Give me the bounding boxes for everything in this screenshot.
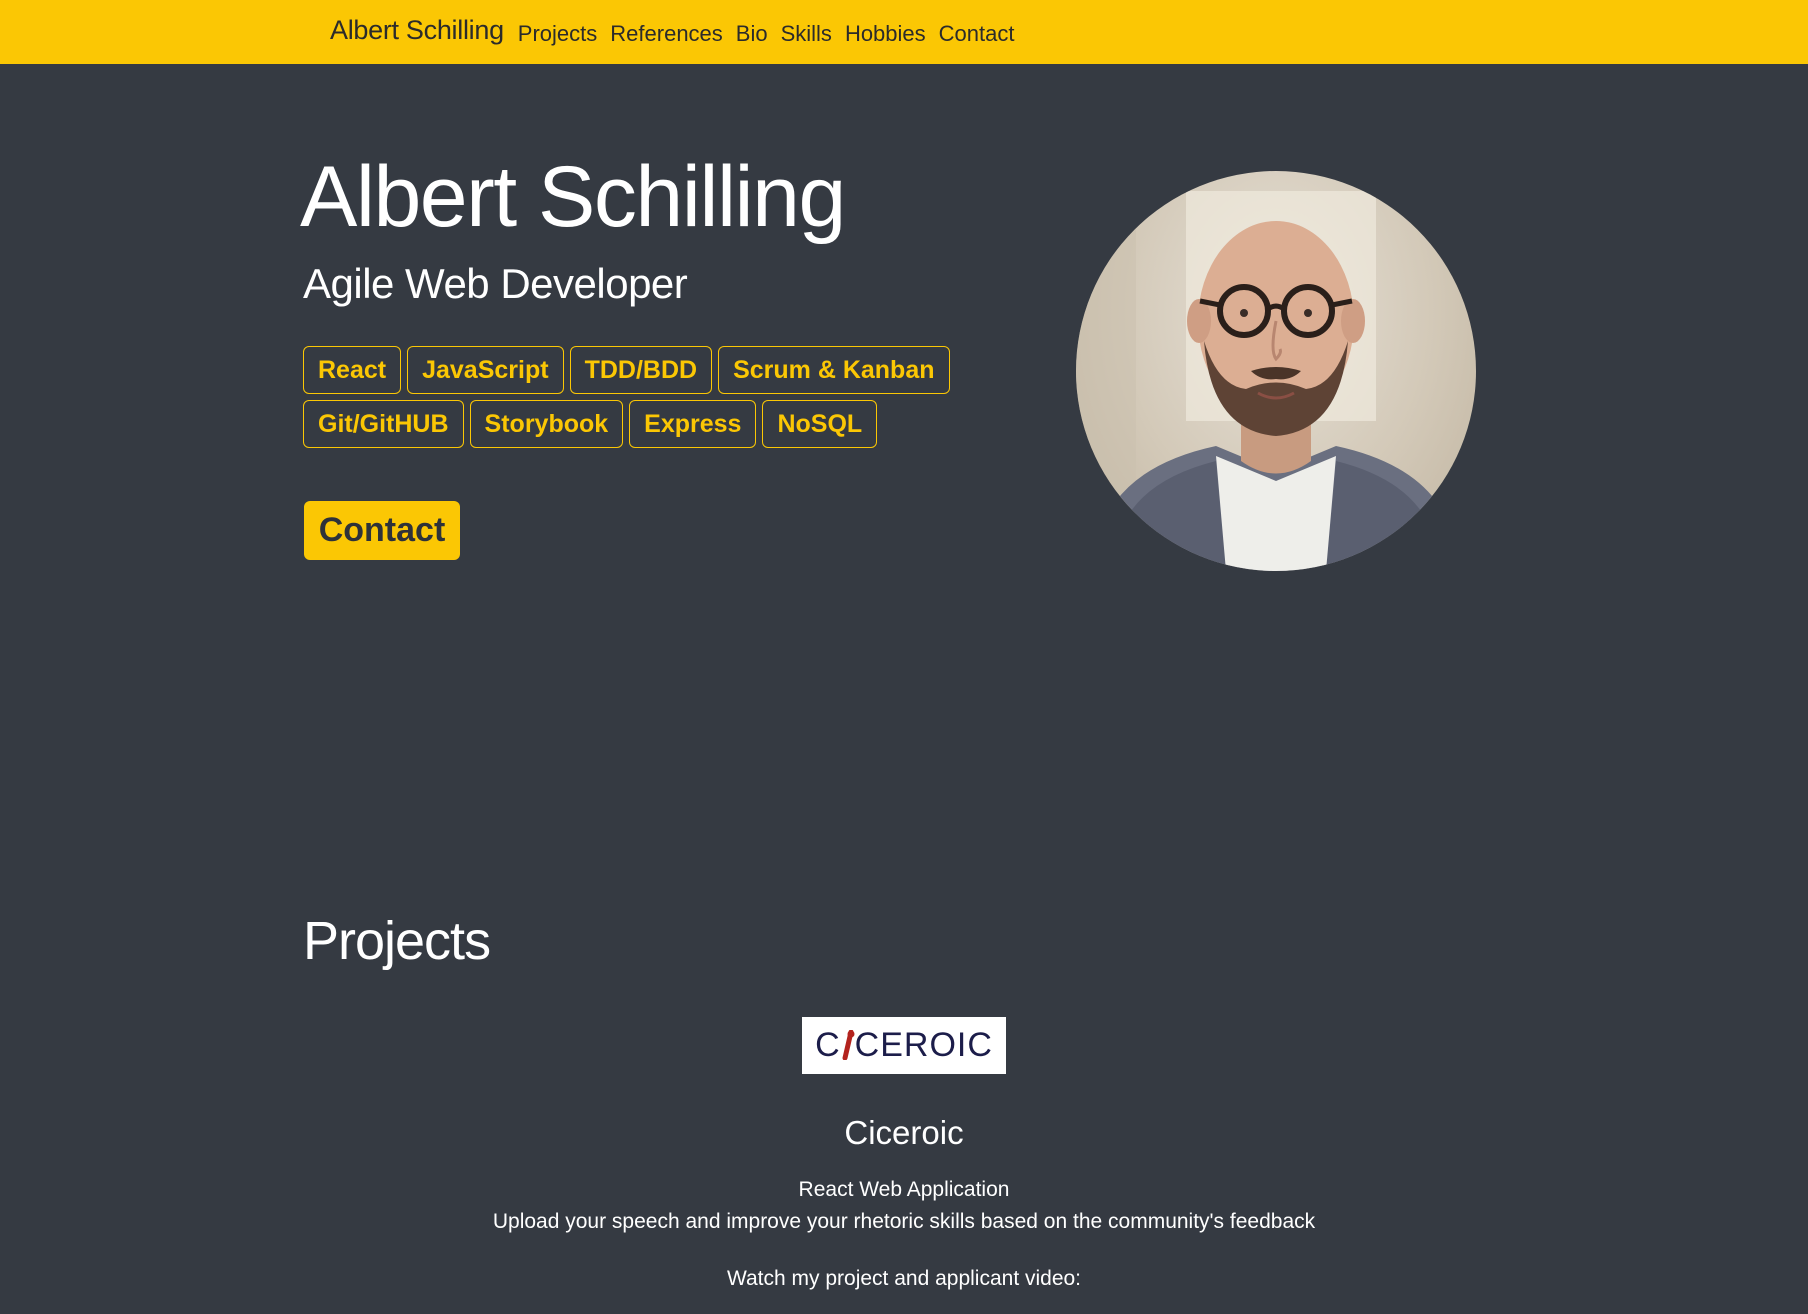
project-description: Upload your speech and improve your rhet… [492, 1210, 1316, 1233]
nav-link-references[interactable]: References [610, 21, 723, 47]
skill-tag: NoSQL [762, 400, 878, 448]
nav-inner: Albert Schilling Projects References Bio… [330, 0, 1027, 64]
microphone-icon [841, 1029, 855, 1061]
nav-brand-link[interactable]: Albert Schilling [330, 15, 504, 46]
project-name: Ciceroic [844, 1114, 964, 1151]
projects-heading: Projects [303, 911, 491, 971]
logo-text-pre: C [815, 1026, 841, 1064]
hero-name: Albert Schilling [300, 149, 846, 245]
skill-tag: JavaScript [407, 346, 564, 394]
nav-link-bio[interactable]: Bio [736, 21, 768, 47]
top-navbar: Albert Schilling Projects References Bio… [0, 0, 1808, 64]
nav-link-hobbies[interactable]: Hobbies [845, 21, 926, 47]
nav-link-projects[interactable]: Projects [518, 21, 597, 47]
skill-tags-row-1: React JavaScript TDD/BDD Scrum & Kanban [303, 346, 1003, 394]
nav-link-skills[interactable]: Skills [781, 21, 832, 47]
contact-button[interactable]: Contact [304, 501, 460, 560]
logo-text-post: CEROIC [854, 1026, 993, 1064]
ciceroic-logo-text: C CEROIC [815, 1026, 993, 1065]
skill-tag: TDD/BDD [569, 346, 713, 394]
project-video-prompt: Watch my project and applicant video: [726, 1267, 1082, 1290]
skill-tag: Scrum & Kanban [718, 346, 950, 394]
skill-tag: React [303, 346, 402, 394]
skill-tag: Storybook [469, 400, 624, 448]
skill-tags: React JavaScript TDD/BDD Scrum & Kanban … [303, 346, 1003, 448]
project-type: React Web Application [798, 1178, 1010, 1201]
hero-role: Agile Web Developer [303, 260, 688, 307]
avatar [1076, 171, 1476, 571]
portrait-illustration [1076, 171, 1456, 571]
skill-tag: Express [629, 400, 757, 448]
ciceroic-logo[interactable]: C CEROIC [802, 1017, 1006, 1074]
skill-tag: Git/GitHUB [303, 400, 464, 448]
skill-tags-row-2: Git/GitHUB Storybook Express NoSQL [303, 400, 1003, 448]
nav-link-contact[interactable]: Contact [939, 21, 1015, 47]
